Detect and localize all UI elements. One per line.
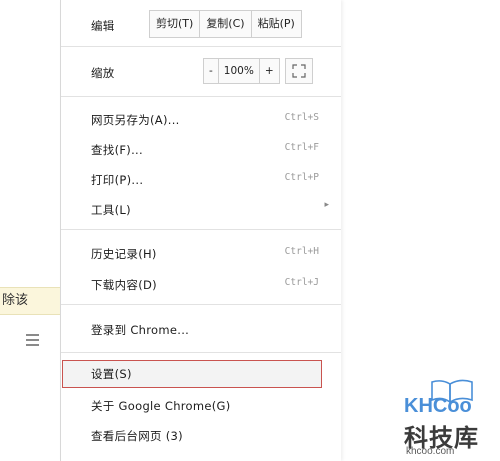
separator [61, 96, 341, 97]
separator [61, 304, 341, 305]
separator [61, 229, 341, 230]
zoom-level: 100% [219, 59, 260, 83]
edit-label: 编辑 [91, 19, 115, 33]
menu-item-shortcut: Ctrl+F [284, 142, 319, 153]
menu-item-label: 设置(S) [91, 367, 132, 381]
paste-button[interactable]: 粘贴(P) [252, 11, 301, 37]
menu-item-label: 登录到 Chrome... [91, 323, 190, 337]
copy-button[interactable]: 复制(C) [200, 11, 252, 37]
menu-item-label: 网页另存为(A)... [91, 113, 180, 127]
watermark-logo: KHCoo 科技库 khcoo.com [398, 378, 496, 460]
watermark-url: khcoo.com [406, 446, 455, 457]
book-icon: KHCoo [404, 379, 473, 417]
zoom-in-button[interactable]: + [260, 59, 279, 83]
submenu-arrow-icon: ▸ [324, 200, 329, 210]
zoom-out-button[interactable]: - [204, 59, 219, 83]
zoom-controls: - 100% + [203, 58, 280, 84]
menu-item-label: 查找(F)... [91, 143, 143, 157]
menu-item-shortcut: Ctrl+H [284, 246, 319, 257]
menu-item-shortcut: Ctrl+S [284, 112, 319, 123]
cut-button[interactable]: 剪切(T) [150, 11, 201, 37]
hamburger-icon[interactable] [26, 334, 39, 346]
edit-buttons: 剪切(T) 复制(C) 粘贴(P) [149, 10, 302, 38]
menu-item-label: 工具(L) [91, 203, 131, 217]
menu-item-label: 关于 Google Chrome(G) [91, 399, 231, 413]
fullscreen-icon [292, 64, 306, 78]
menu-item-label: 下载内容(D) [91, 278, 157, 292]
background-tab: 除该 [0, 287, 60, 315]
chrome-menu: 编辑 剪切(T) 复制(C) 粘贴(P) 缩放 - 100% + 网页另存为(A… [60, 0, 341, 461]
separator [61, 46, 341, 47]
menu-item-label: 打印(P)... [91, 173, 144, 187]
fullscreen-button[interactable] [285, 58, 313, 84]
menu-item-settings[interactable]: 设置(S) [62, 360, 322, 388]
background-page [0, 0, 60, 461]
menu-item-shortcut: Ctrl+P [284, 172, 319, 183]
menu-item-shortcut: Ctrl+J [284, 277, 319, 288]
zoom-label: 缩放 [91, 66, 115, 80]
separator [61, 352, 341, 353]
menu-item-label: 查看后台网页 (3) [91, 429, 183, 443]
watermark-brand: KHCoo [404, 395, 472, 417]
menu-item-label: 历史记录(H) [91, 247, 157, 261]
